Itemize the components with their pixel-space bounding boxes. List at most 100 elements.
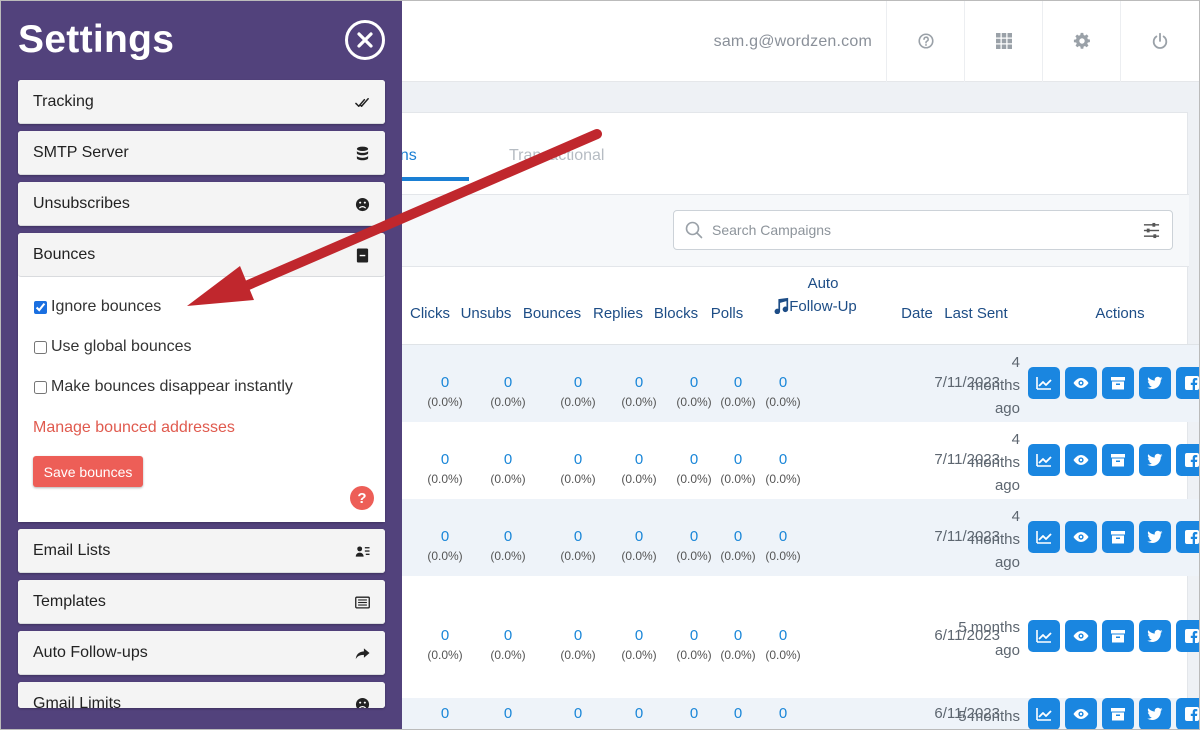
section-auto-follow-ups-header[interactable]: Auto Follow-ups xyxy=(18,631,385,675)
section-bounces[interactable]: Bounces Ignore bounces Use global bounce… xyxy=(18,233,385,522)
col-header-blocks[interactable]: Blocks xyxy=(654,305,698,322)
col-header-auto-follow-up[interactable]: Auto Follow-Up xyxy=(788,273,858,318)
stat-count[interactable]: 0 xyxy=(676,451,711,469)
manage-bounced-addresses-link[interactable]: Manage bounced addresses xyxy=(33,419,235,437)
stat-count[interactable]: 0 xyxy=(690,705,698,723)
stat-count[interactable]: 0 xyxy=(560,451,595,469)
col-header-date[interactable]: Date xyxy=(901,305,933,322)
col-header-last-sent[interactable]: Last Sent xyxy=(944,305,1007,322)
col-header-polls[interactable]: Polls xyxy=(711,305,744,322)
bounces-help-button[interactable]: ? xyxy=(350,486,374,510)
section-gmail-limits-header[interactable]: Gmail Limits xyxy=(18,682,385,708)
stat-count[interactable]: 0 xyxy=(720,627,755,645)
stat-count[interactable]: 0 xyxy=(734,705,742,723)
archive-button[interactable] xyxy=(1102,521,1134,553)
section-tracking-header[interactable]: Tracking xyxy=(18,80,385,124)
section-gmail-limits[interactable]: Gmail Limits xyxy=(18,682,385,708)
stat-count[interactable]: 0 xyxy=(504,705,512,723)
stat-count[interactable]: 0 xyxy=(635,705,643,723)
eye-button[interactable] xyxy=(1065,367,1097,399)
archive-button[interactable] xyxy=(1102,620,1134,652)
col-header-bounces[interactable]: Bounces xyxy=(523,305,581,322)
twitter-button[interactable] xyxy=(1139,698,1171,730)
twitter-button[interactable] xyxy=(1139,521,1171,553)
stat-count[interactable]: 0 xyxy=(720,374,755,392)
archive-button[interactable] xyxy=(1102,367,1134,399)
stat-count[interactable]: 0 xyxy=(427,374,462,392)
stat-count[interactable]: 0 xyxy=(490,451,525,469)
search-input[interactable] xyxy=(712,217,1122,243)
use-global-bounces-checkbox[interactable] xyxy=(34,340,47,354)
stat-count[interactable]: 0 xyxy=(574,705,582,723)
ignore-bounces-checkbox[interactable] xyxy=(34,300,47,314)
settings-button[interactable] xyxy=(1042,0,1120,82)
stat-count[interactable]: 0 xyxy=(676,374,711,392)
facebook-button[interactable] xyxy=(1176,521,1200,553)
help-button[interactable] xyxy=(886,0,964,82)
stat-count[interactable]: 0 xyxy=(560,627,595,645)
make-bounces-disappear-option[interactable]: Make bounces disappear instantly xyxy=(33,378,293,396)
make-bounces-disappear-checkbox[interactable] xyxy=(34,380,47,394)
section-smtp-header[interactable]: SMTP Server xyxy=(18,131,385,175)
facebook-button[interactable] xyxy=(1176,698,1200,730)
stat-count[interactable]: 0 xyxy=(676,528,711,546)
logout-button[interactable] xyxy=(1120,0,1198,82)
chart-button[interactable] xyxy=(1028,698,1060,730)
stat-count[interactable]: 0 xyxy=(765,374,800,392)
chart-button[interactable] xyxy=(1028,367,1060,399)
facebook-button[interactable] xyxy=(1176,367,1200,399)
facebook-button[interactable] xyxy=(1176,620,1200,652)
stat-count[interactable]: 0 xyxy=(621,451,656,469)
save-bounces-button[interactable]: Save bounces xyxy=(33,456,143,487)
user-email[interactable]: sam.g@wordzen.com xyxy=(714,33,872,51)
stat-count[interactable]: 0 xyxy=(676,627,711,645)
use-global-bounces-option[interactable]: Use global bounces xyxy=(33,338,192,356)
twitter-button[interactable] xyxy=(1139,620,1171,652)
eye-button[interactable] xyxy=(1065,698,1097,730)
stat-count[interactable]: 0 xyxy=(779,705,787,723)
section-auto-follow-ups[interactable]: Auto Follow-ups xyxy=(18,631,385,675)
stat-count[interactable]: 0 xyxy=(621,528,656,546)
eye-button[interactable] xyxy=(1065,620,1097,652)
archive-button[interactable] xyxy=(1102,444,1134,476)
stat-count[interactable]: 0 xyxy=(560,374,595,392)
eye-button[interactable] xyxy=(1065,444,1097,476)
section-email-lists[interactable]: Email Lists xyxy=(18,529,385,573)
ignore-bounces-option[interactable]: Ignore bounces xyxy=(33,298,161,316)
section-email-lists-header[interactable]: Email Lists xyxy=(18,529,385,573)
stat-count[interactable]: 0 xyxy=(765,627,800,645)
filter-sliders-icon[interactable] xyxy=(1143,222,1160,239)
twitter-button[interactable] xyxy=(1139,444,1171,476)
section-unsubscribes-header[interactable]: Unsubscribes xyxy=(18,182,385,226)
apps-button[interactable] xyxy=(964,0,1042,82)
stat-count[interactable]: 0 xyxy=(490,374,525,392)
stat-count[interactable]: 0 xyxy=(441,705,449,723)
stat-count[interactable]: 0 xyxy=(765,528,800,546)
stat-count[interactable]: 0 xyxy=(427,528,462,546)
section-templates[interactable]: Templates xyxy=(18,580,385,624)
section-templates-header[interactable]: Templates xyxy=(18,580,385,624)
stat-count[interactable]: 0 xyxy=(621,374,656,392)
stat-count[interactable]: 0 xyxy=(720,451,755,469)
chart-button[interactable] xyxy=(1028,444,1060,476)
col-header-unsubs[interactable]: Unsubs xyxy=(461,305,512,322)
tab-transactional[interactable]: Transactional xyxy=(509,147,604,165)
stat-count[interactable]: 0 xyxy=(720,528,755,546)
stat-count[interactable]: 0 xyxy=(560,528,595,546)
stat-count[interactable]: 0 xyxy=(490,627,525,645)
col-header-clicks[interactable]: Clicks xyxy=(410,305,450,322)
eye-button[interactable] xyxy=(1065,521,1097,553)
close-settings-button[interactable] xyxy=(345,20,385,60)
facebook-button[interactable] xyxy=(1176,444,1200,476)
archive-button[interactable] xyxy=(1102,698,1134,730)
twitter-button[interactable] xyxy=(1139,367,1171,399)
stat-count[interactable]: 0 xyxy=(765,451,800,469)
chart-button[interactable] xyxy=(1028,620,1060,652)
stat-count[interactable]: 0 xyxy=(427,451,462,469)
section-bounces-header[interactable]: Bounces xyxy=(18,233,385,277)
chart-button[interactable] xyxy=(1028,521,1060,553)
stat-count[interactable]: 0 xyxy=(621,627,656,645)
search-box[interactable] xyxy=(673,210,1173,250)
section-tracking[interactable]: Tracking xyxy=(18,80,385,124)
section-unsubscribes[interactable]: Unsubscribes xyxy=(18,182,385,226)
